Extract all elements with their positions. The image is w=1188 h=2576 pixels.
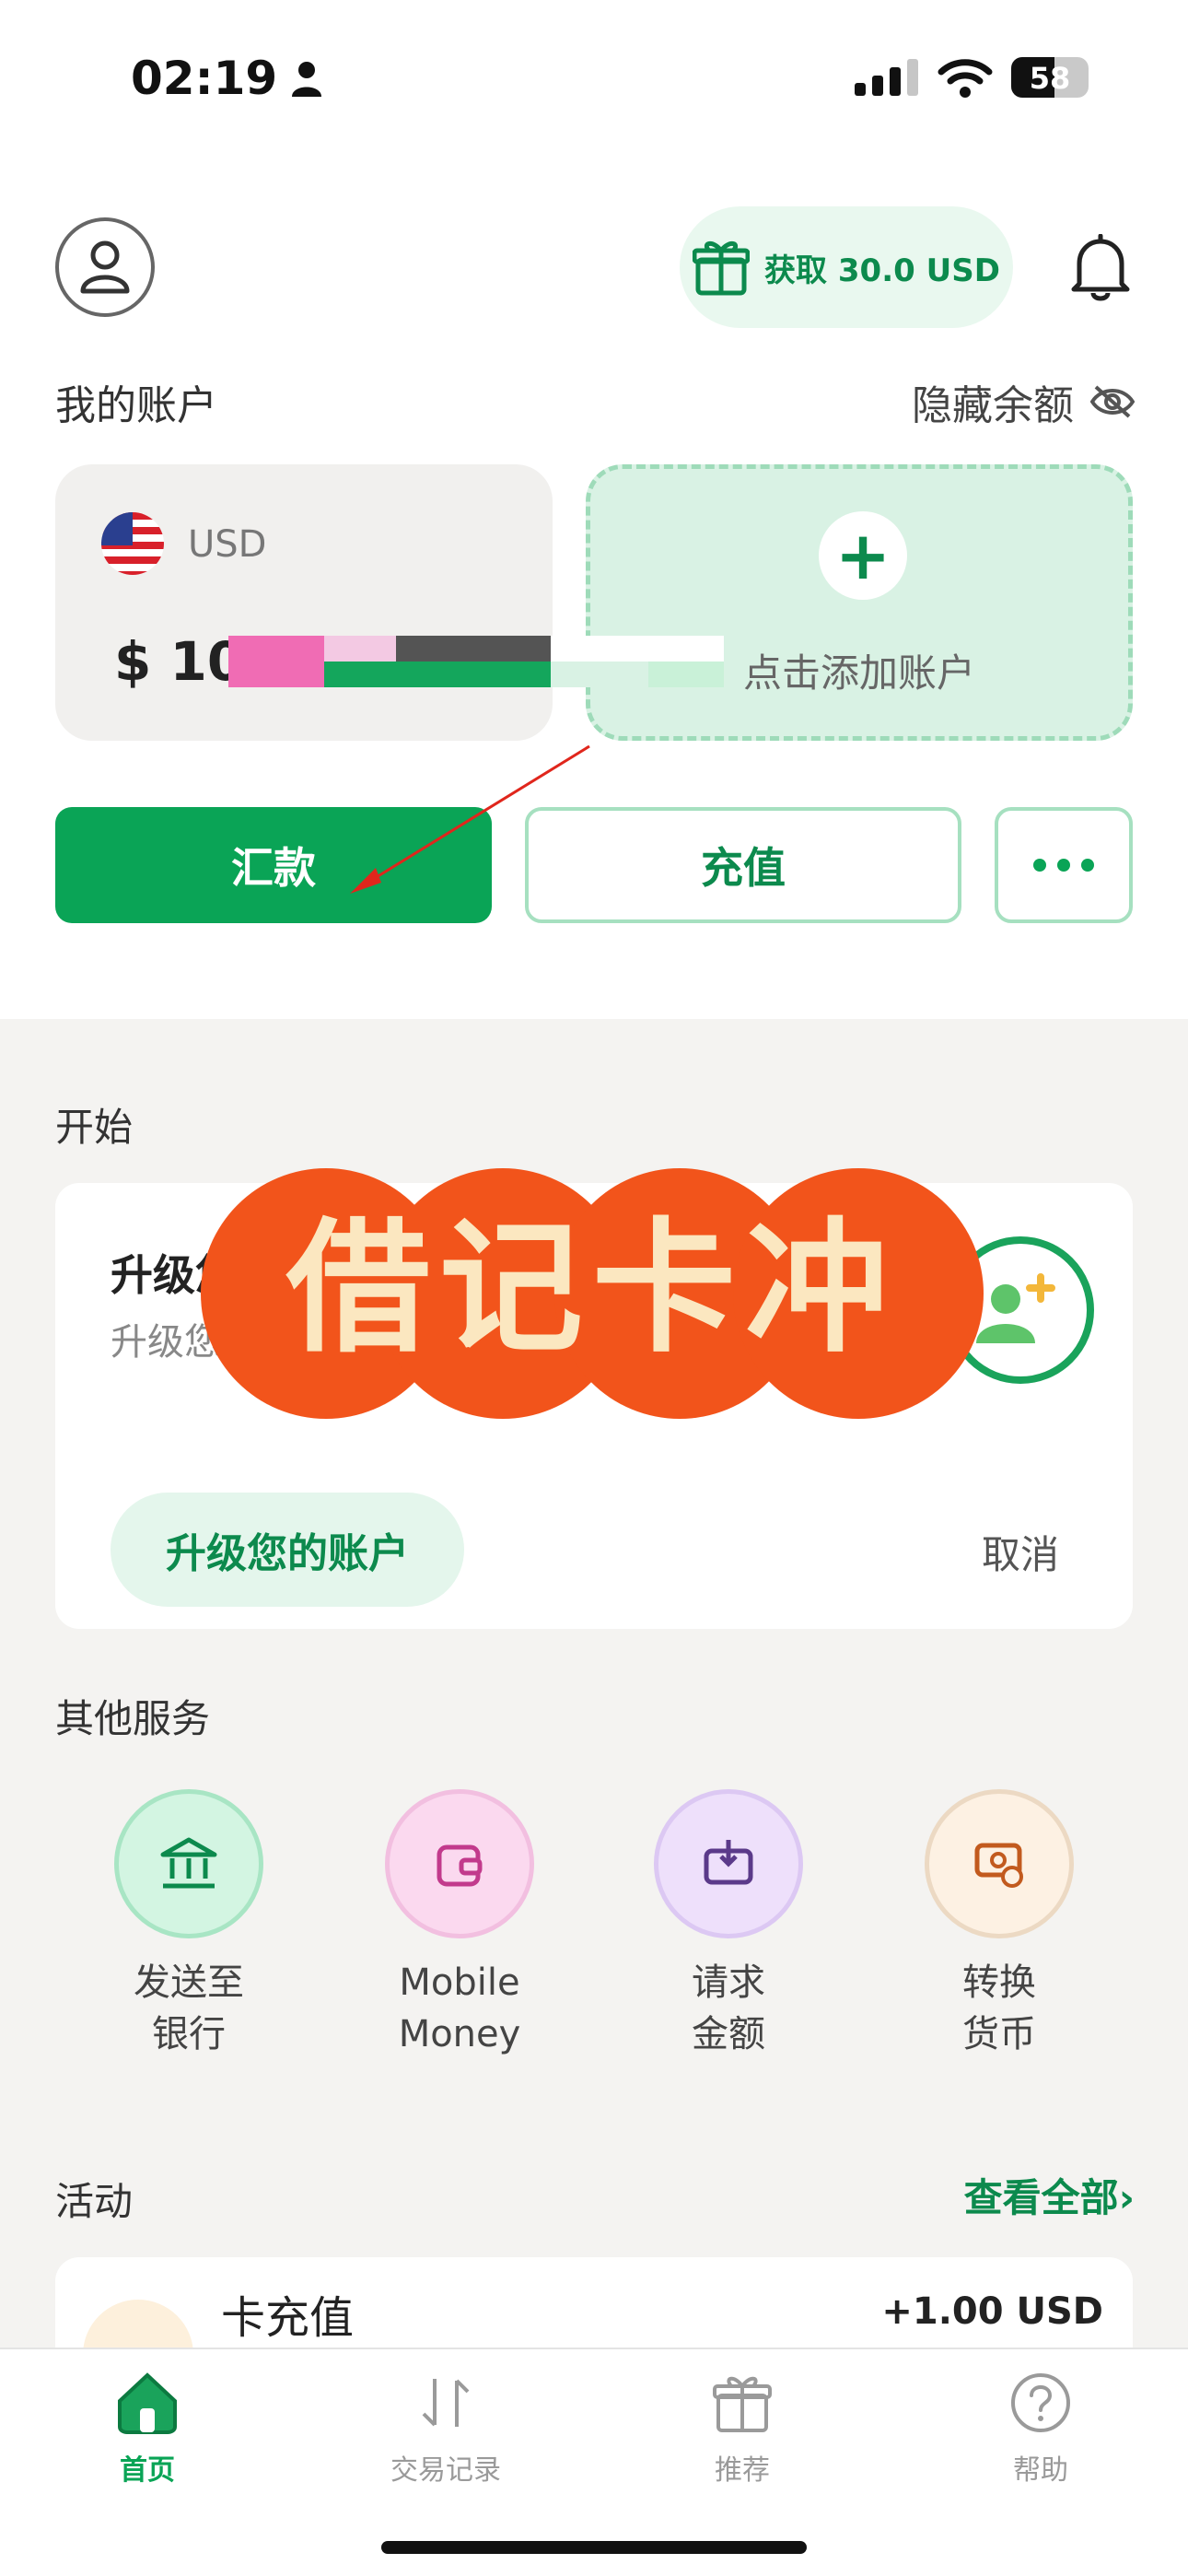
debit-card-topup-overlay: 借记卡冲 bbox=[201, 1168, 984, 1419]
service-mobile-money[interactable]: Mobile Money bbox=[372, 1789, 547, 2060]
service-label: 银行 bbox=[152, 2013, 226, 2055]
tab-label: 首页 bbox=[120, 2454, 175, 2487]
chevron-right-icon: › bbox=[1118, 2175, 1135, 2220]
gift-icon bbox=[713, 2376, 772, 2432]
services-grid: 发送至银行 Mobile Money 请求金额 转换货币 bbox=[55, 1789, 1133, 2066]
plus-icon: + bbox=[819, 511, 907, 600]
hide-balance-toggle[interactable]: 隐藏余额 bbox=[912, 372, 1135, 431]
send-money-button[interactable]: 汇款 bbox=[55, 807, 492, 923]
status-time-group: 02:19 bbox=[131, 52, 323, 105]
service-label: 货币 bbox=[962, 2013, 1036, 2055]
activity-amount: +1.00 USD bbox=[881, 2290, 1103, 2333]
bank-icon bbox=[114, 1789, 263, 1938]
accounts-title: 我的账户 bbox=[55, 382, 217, 429]
tab-help[interactable]: 帮助 bbox=[949, 2370, 1133, 2488]
status-time: 02:19 bbox=[131, 52, 278, 105]
account-balance: $ 10 bbox=[114, 630, 245, 693]
battery-level: 58 bbox=[1029, 61, 1071, 96]
tab-referral[interactable]: 推荐 bbox=[650, 2370, 834, 2488]
upgrade-account-button[interactable]: 升级您的账户 bbox=[111, 1493, 464, 1607]
add-account-card[interactable]: + 点击添加账户 bbox=[586, 464, 1133, 741]
signal-icon bbox=[855, 59, 918, 96]
service-label: 请求 bbox=[692, 1961, 765, 2004]
send-money-label: 汇款 bbox=[231, 843, 316, 893]
home-indicator bbox=[381, 2541, 807, 2554]
battery-icon: 58 bbox=[1011, 57, 1089, 98]
request-icon bbox=[654, 1789, 803, 1938]
service-label: Mobile bbox=[399, 1961, 520, 2004]
transactions-icon bbox=[422, 2379, 470, 2427]
service-exchange-currency[interactable]: 转换 货币 bbox=[912, 1789, 1087, 2060]
service-send-to-bank[interactable]: 发送至 银行 bbox=[101, 1789, 276, 2060]
account-currency: USD bbox=[188, 523, 267, 566]
activity-name: 卡充值 bbox=[221, 2292, 355, 2344]
services-title: 其他服务 bbox=[55, 1696, 211, 1741]
top-up-button[interactable]: 充值 bbox=[525, 807, 961, 923]
tab-label: 交易记录 bbox=[390, 2454, 501, 2487]
tab-label: 推荐 bbox=[715, 2454, 770, 2487]
profile-avatar-button[interactable] bbox=[55, 217, 155, 317]
activity-title: 活动 bbox=[55, 2179, 134, 2224]
tab-transactions[interactable]: 交易记录 bbox=[354, 2370, 538, 2488]
overlay-text: 借记卡冲 bbox=[286, 1203, 898, 1372]
wallet-icon bbox=[385, 1789, 534, 1938]
reward-label: 获取 30.0 USD bbox=[764, 252, 1000, 289]
view-all-link[interactable]: 查看全部› bbox=[964, 2167, 1135, 2223]
bell-icon[interactable] bbox=[1070, 234, 1131, 302]
view-all-label: 查看全部 bbox=[963, 2175, 1119, 2220]
person-icon bbox=[292, 62, 322, 97]
hide-balance-label: 隐藏余额 bbox=[912, 382, 1074, 429]
more-button[interactable] bbox=[995, 807, 1133, 923]
service-request-amount[interactable]: 请求 金额 bbox=[641, 1789, 816, 2060]
start-section-title: 开始 bbox=[55, 1105, 134, 1150]
service-label: 金额 bbox=[692, 2013, 765, 2055]
status-bar: 02:19 58 bbox=[0, 0, 1188, 157]
reward-button[interactable]: 获取 30.0 USD bbox=[680, 206, 1013, 328]
service-label: 发送至 bbox=[134, 1961, 244, 2004]
usd-account-card[interactable]: USD $ 10 bbox=[55, 464, 553, 741]
status-right: 58 bbox=[855, 57, 1089, 98]
tab-home[interactable]: 首页 bbox=[55, 2370, 239, 2488]
top-up-label: 充值 bbox=[701, 843, 786, 893]
us-flag-icon bbox=[101, 512, 164, 575]
eye-off-icon bbox=[1090, 385, 1135, 418]
user-icon bbox=[80, 240, 130, 294]
upgrade-account-label: 升级您的账户 bbox=[166, 1530, 409, 1577]
gift-icon bbox=[693, 241, 751, 296]
wifi-icon bbox=[938, 59, 993, 98]
home-icon bbox=[118, 2372, 177, 2434]
censor-mosaic bbox=[228, 636, 724, 687]
cancel-button[interactable]: 取消 bbox=[982, 1524, 1059, 1580]
service-label: Money bbox=[398, 2013, 521, 2055]
help-icon bbox=[1011, 2373, 1070, 2432]
service-label: 转换 bbox=[962, 1961, 1036, 2004]
exchange-icon bbox=[925, 1789, 1074, 1938]
tab-label: 帮助 bbox=[1013, 2454, 1068, 2487]
